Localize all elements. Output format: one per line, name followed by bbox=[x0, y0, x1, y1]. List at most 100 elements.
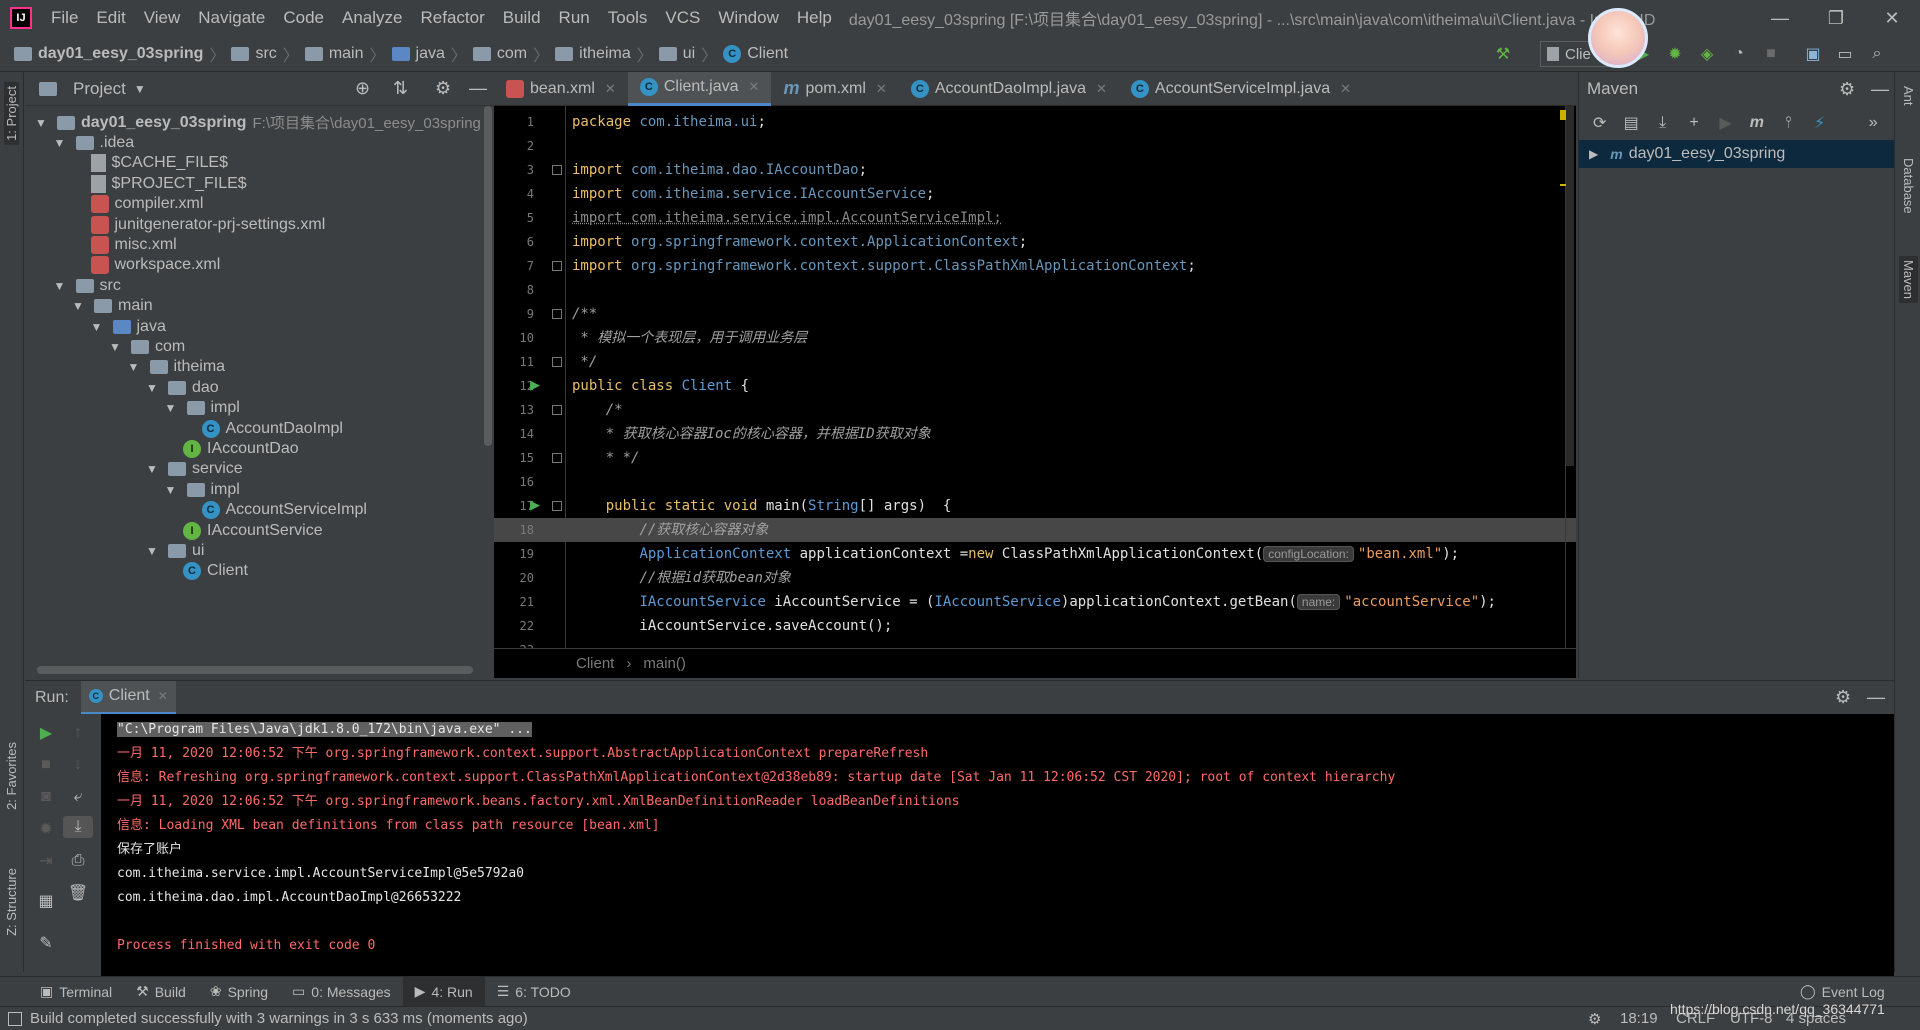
breadcrumb-item[interactable]: day01_eesy_03spring bbox=[12, 45, 205, 63]
exit-icon[interactable]: ⇥ bbox=[35, 850, 57, 872]
download-icon[interactable]: ⤓ bbox=[1652, 112, 1673, 134]
locate-icon[interactable]: ⊕ bbox=[355, 78, 370, 99]
camera-icon[interactable]: ◙ bbox=[35, 786, 57, 808]
scroll-to-end-icon[interactable]: ⤓ bbox=[63, 816, 93, 838]
editor-tab[interactable]: C AccountDaoImpl.java ✕ bbox=[899, 72, 1119, 106]
expand-arrow-icon[interactable]: ▼ bbox=[72, 299, 86, 313]
caret-position[interactable]: 18:19 bbox=[1620, 1010, 1658, 1027]
run-goal-icon[interactable]: ▶ bbox=[1715, 112, 1736, 134]
run-gear-icon[interactable]: ⚙ bbox=[1835, 687, 1851, 708]
bottom-tab[interactable]: ❀ Spring bbox=[198, 977, 280, 1007]
menu-item[interactable]: Help bbox=[788, 8, 841, 28]
layout-icon[interactable]: ▭ bbox=[1834, 43, 1856, 65]
build-hammer-icon[interactable]: ⚒ bbox=[1492, 43, 1514, 65]
favorites-tool-tab[interactable]: 2: Favorites bbox=[4, 742, 19, 810]
user-avatar[interactable] bbox=[1588, 8, 1648, 68]
crumb-class[interactable]: Client bbox=[576, 655, 614, 672]
project-tool-tab[interactable]: 1: Project bbox=[4, 82, 19, 145]
close-tab-icon[interactable]: ✕ bbox=[605, 81, 616, 97]
menu-item[interactable]: Run bbox=[550, 8, 599, 28]
layout-grid-icon[interactable]: ▦ bbox=[35, 890, 57, 912]
breadcrumb-item[interactable]: ui bbox=[657, 45, 697, 63]
menu-item[interactable]: Analyze bbox=[333, 8, 411, 28]
close-tab-icon[interactable]: ✕ bbox=[876, 81, 887, 97]
code-line[interactable]: iAccountService.saveAccount(); bbox=[572, 614, 892, 638]
editor-tab[interactable]: bean.xml ✕ bbox=[494, 72, 628, 106]
code-line[interactable]: public class Client { bbox=[572, 374, 749, 398]
reload-icon[interactable]: ⟳ bbox=[1589, 112, 1610, 134]
code-line[interactable]: //根据id获取bean对象 bbox=[572, 566, 790, 590]
close-window-button[interactable]: ✕ bbox=[1864, 0, 1920, 36]
close-icon[interactable]: ✕ bbox=[158, 689, 168, 703]
code-line[interactable]: import com.itheima.service.IAccountServi… bbox=[572, 182, 934, 206]
print-icon[interactable]: ⎙ bbox=[67, 850, 89, 872]
fold-marker-icon[interactable] bbox=[552, 501, 562, 511]
fold-marker-icon[interactable] bbox=[552, 453, 562, 463]
maven-hide-icon[interactable]: — bbox=[1871, 79, 1889, 100]
menu-item[interactable]: View bbox=[135, 8, 190, 28]
fold-marker-icon[interactable] bbox=[552, 405, 562, 415]
run-main-icon[interactable]: ▶ bbox=[530, 497, 540, 513]
code-line[interactable]: import com.itheima.dao.IAccountDao; bbox=[572, 158, 867, 182]
menu-item[interactable]: File bbox=[42, 8, 87, 28]
code-line[interactable]: import com.itheima.service.impl.AccountS… bbox=[572, 206, 1002, 230]
editor-tab[interactable]: C Client.java ✕ bbox=[627, 71, 772, 106]
bottom-tab[interactable]: ▶ 4: Run bbox=[402, 976, 485, 1007]
bottom-tab[interactable]: ▭ 0: Messages bbox=[280, 977, 403, 1007]
project-panel-title[interactable]: Project bbox=[73, 79, 126, 99]
expand-arrow-icon[interactable]: ▼ bbox=[54, 279, 68, 293]
debug-icon[interactable]: ✹ bbox=[1664, 43, 1686, 65]
debug-bug-icon[interactable]: ✹ bbox=[35, 818, 57, 840]
chevron-down-icon[interactable]: ▼ bbox=[134, 82, 146, 96]
bottom-tab[interactable]: ☰ 6: TODO bbox=[485, 977, 583, 1007]
code-line[interactable]: import org.springframework.context.Appli… bbox=[572, 230, 1027, 254]
run-class-icon[interactable]: ▶ bbox=[530, 377, 540, 393]
structure-tool-tab[interactable]: Z: Structure bbox=[4, 868, 19, 936]
skip-tests-icon[interactable]: ⚡ bbox=[1809, 112, 1830, 134]
add-project-icon[interactable]: + bbox=[1683, 112, 1704, 134]
collapse-all-icon[interactable]: ⇅ bbox=[393, 78, 408, 99]
menu-item[interactable]: Tools bbox=[599, 8, 657, 28]
project-vertical-scrollbar[interactable] bbox=[484, 106, 492, 446]
scroll-down-icon[interactable]: ↓ bbox=[67, 754, 89, 776]
code-line[interactable]: /** bbox=[572, 302, 597, 326]
profile-icon[interactable]: ◔ bbox=[1728, 43, 1750, 65]
toggle-offline-icon[interactable]: ⫯ bbox=[1778, 112, 1799, 134]
maximize-button[interactable]: ❐ bbox=[1808, 0, 1864, 36]
breadcrumb-item[interactable]: src bbox=[229, 45, 278, 63]
trash-icon[interactable]: 🗑 bbox=[67, 882, 89, 904]
horizontal-scrollbar[interactable] bbox=[37, 666, 473, 674]
menu-item[interactable]: Code bbox=[274, 8, 333, 28]
ant-tool-tab[interactable]: Ant bbox=[1901, 86, 1916, 106]
code-line[interactable]: public static void main(String[] args) { bbox=[572, 494, 952, 518]
maven-tool-tab[interactable]: Maven bbox=[1899, 256, 1918, 304]
code-line[interactable]: //获取核心容器对象 bbox=[572, 518, 768, 542]
fold-marker-icon[interactable] bbox=[552, 165, 562, 175]
menu-item[interactable]: Navigate bbox=[189, 8, 274, 28]
code-line[interactable]: IAccountService iAccountService = (IAcco… bbox=[572, 590, 1496, 614]
database-tool-tab[interactable]: Database bbox=[1901, 158, 1916, 214]
run-tab-client[interactable]: C Client ✕ bbox=[80, 680, 176, 715]
close-tab-icon[interactable]: ✕ bbox=[1340, 81, 1351, 97]
crumb-method[interactable]: main() bbox=[643, 655, 686, 672]
run-console[interactable]: "C:\Program Files\Java\jdk1.8.0_172\bin\… bbox=[101, 714, 1894, 976]
menu-item[interactable]: Build bbox=[494, 8, 550, 28]
project-structure-icon[interactable]: ▣ bbox=[1802, 43, 1824, 65]
breadcrumb-item[interactable]: itheima bbox=[553, 45, 633, 63]
expand-arrow-icon[interactable]: ▼ bbox=[109, 340, 123, 354]
fold-marker-icon[interactable] bbox=[552, 309, 562, 319]
run-hide-icon[interactable]: — bbox=[1867, 687, 1885, 708]
minimize-button[interactable]: — bbox=[1752, 0, 1808, 36]
close-tab-icon[interactable]: ✕ bbox=[749, 79, 760, 95]
expand-arrow-icon[interactable]: ▶ bbox=[1589, 147, 1598, 161]
gear-icon[interactable]: ⚙ bbox=[435, 78, 451, 99]
expand-arrow-icon[interactable]: ▼ bbox=[54, 136, 68, 150]
menu-item[interactable]: VCS bbox=[656, 8, 709, 28]
menu-item[interactable]: Edit bbox=[87, 8, 134, 28]
close-tab-icon[interactable]: ✕ bbox=[1096, 81, 1107, 97]
code-line[interactable]: */ bbox=[572, 350, 597, 374]
expand-arrow-icon[interactable]: ▼ bbox=[146, 462, 160, 476]
fold-marker-icon[interactable] bbox=[552, 261, 562, 271]
stop-run-icon[interactable]: ■ bbox=[35, 754, 57, 776]
expand-arrow-icon[interactable]: ▼ bbox=[91, 320, 105, 334]
